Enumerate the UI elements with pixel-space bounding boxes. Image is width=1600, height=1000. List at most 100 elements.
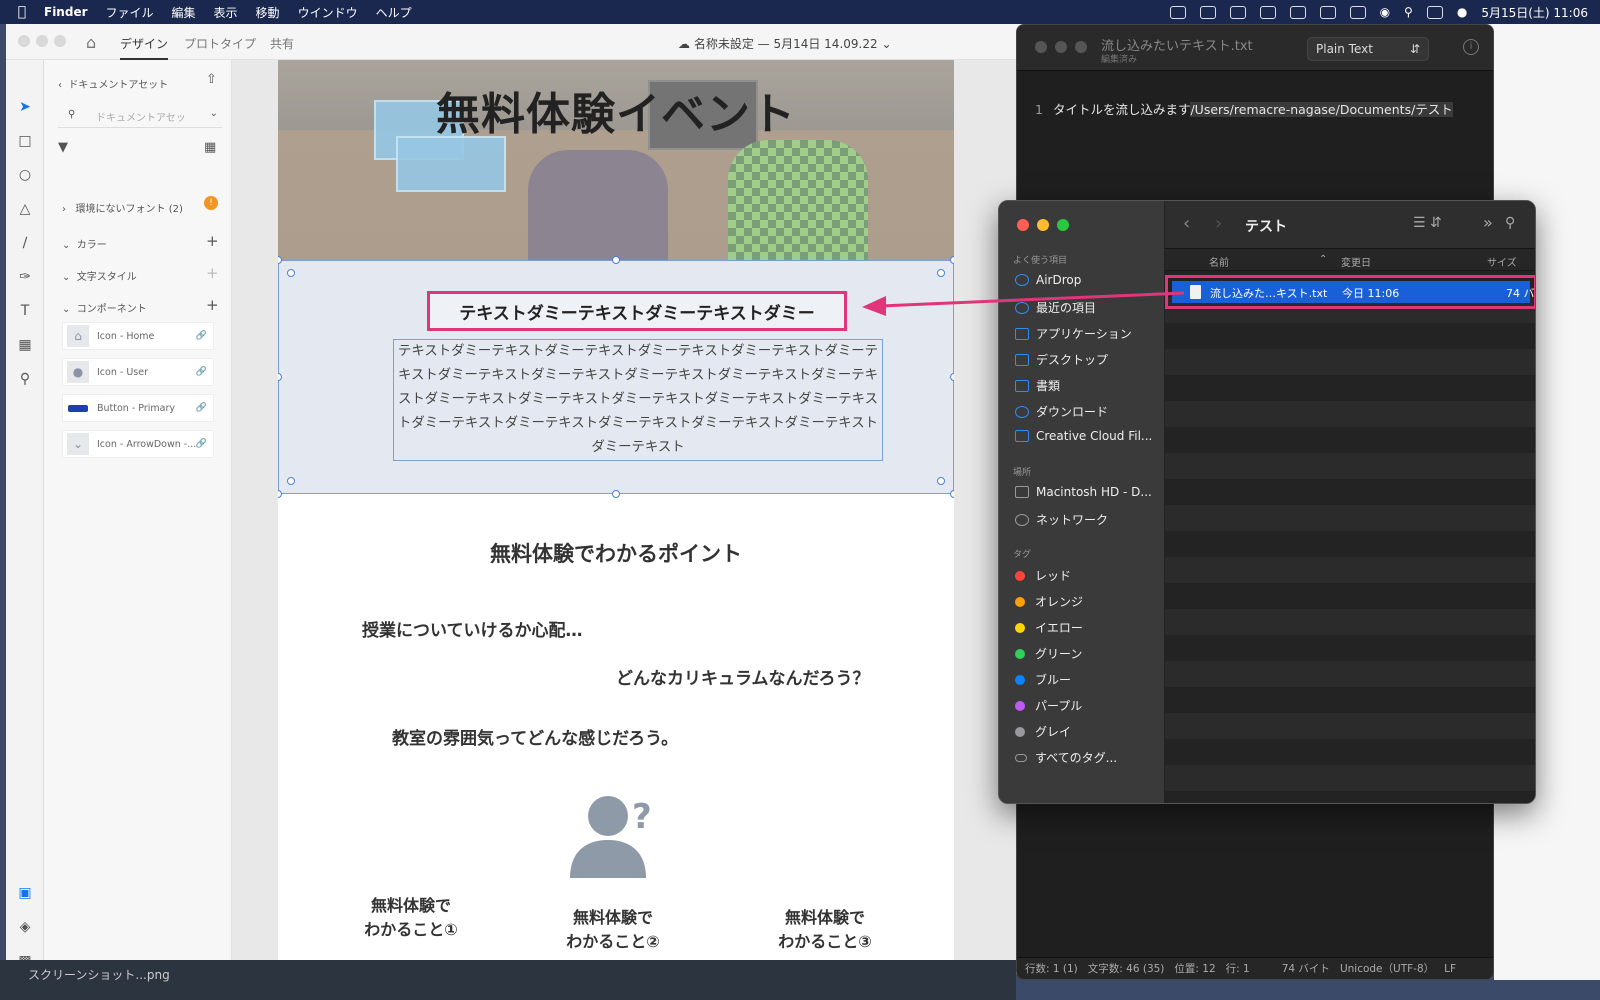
minimize-button[interactable]	[36, 35, 48, 47]
body-text[interactable]: テキストダミーテキストダミーテキストダミーテキストダミーテキストダミーテキストダ…	[393, 339, 883, 461]
menu-edit[interactable]: 編集	[172, 4, 196, 21]
syntax-select[interactable]: Plain Text ⇵	[1307, 37, 1429, 61]
sidebar-tag-item[interactable]: ブルー	[1015, 671, 1071, 688]
zoom-button[interactable]	[1075, 41, 1087, 53]
add-component-icon[interactable]: +	[206, 296, 219, 314]
question-2[interactable]: どんなカリキュラムなんだろう？	[616, 664, 869, 689]
resize-handle[interactable]	[950, 373, 954, 381]
encoding-select[interactable]: Unicode（UTF-8）	[1340, 961, 1434, 976]
apple-menu-icon[interactable]: 	[0, 4, 44, 20]
resize-handle[interactable]	[278, 256, 282, 264]
artboard[interactable]: 無料体験イベント テキストダミーテキストダミーテキストダミー テキストダミーテキ…	[278, 60, 954, 974]
dropbox-icon[interactable]	[1229, 5, 1246, 19]
user-question-icon[interactable]: ?	[570, 794, 666, 878]
artboard-tool-icon[interactable]: ▦	[16, 336, 34, 354]
grid-view-icon[interactable]: ▦	[204, 140, 216, 155]
resize-handle[interactable]	[612, 256, 620, 264]
column-date[interactable]: 変更日	[1341, 254, 1371, 269]
clock[interactable]: 5月15日(土) 11:06	[1481, 4, 1588, 21]
tab-share[interactable]: 共有	[270, 35, 294, 52]
file-row[interactable]: 流し込みた…キスト.txt 今日 11:06 74 バ	[1172, 281, 1535, 303]
battery-icon[interactable]	[1349, 5, 1366, 19]
creative-cloud-icon[interactable]	[1289, 5, 1306, 19]
caption-3[interactable]: 無料体験で わかること③	[750, 906, 900, 954]
wifi-icon[interactable]: ◉	[1380, 5, 1390, 19]
polygon-tool-icon[interactable]: △	[16, 200, 34, 218]
zoom-tool-icon[interactable]: ⚲	[16, 370, 34, 388]
dock-file-label[interactable]: スクリーンショット...png	[28, 966, 170, 983]
minimize-button[interactable]	[1055, 41, 1067, 53]
section-title[interactable]: 無料体験でわかるポイント	[278, 538, 954, 568]
corner-radius-handle[interactable]	[937, 477, 945, 485]
sidebar-item-applications[interactable]: アプリケーション	[1015, 325, 1132, 342]
sidebar-item-creative-cloud[interactable]: Creative Cloud Fil...	[1015, 429, 1152, 443]
rectangle-tool-icon[interactable]: □	[16, 132, 34, 150]
list-view-icon[interactable]: ☰ ⇵	[1413, 215, 1442, 231]
sidebar-tag-item[interactable]: グリーン	[1015, 645, 1082, 662]
component-icon-user[interactable]: ● Icon - User 🔗	[62, 358, 214, 386]
asset-search[interactable]: ⚲ ドキュメントアセッ ⌄	[58, 104, 222, 128]
components-section[interactable]: ⌄ コンポーネント	[62, 300, 147, 315]
colors-section[interactable]: ⌄ カラー	[62, 236, 107, 251]
line-ending-select[interactable]: LF	[1444, 963, 1456, 975]
home-icon[interactable]: ⌂	[86, 33, 96, 52]
editor-line[interactable]: 1 タイトルを流し込みます/Users/remacre-nagase/Docume…	[1035, 99, 1453, 118]
component-icon-home[interactable]: ⌂ Icon - Home 🔗	[62, 322, 214, 350]
hero-image[interactable]: 無料体験イベント	[278, 60, 954, 260]
text-tool-icon[interactable]: T	[16, 302, 34, 320]
sidebar-tag-item[interactable]: イエロー	[1015, 619, 1083, 636]
line-tool-icon[interactable]: ∕	[16, 234, 34, 252]
resize-handle[interactable]	[950, 490, 954, 498]
add-color-icon[interactable]: +	[206, 232, 219, 250]
menu-view[interactable]: 表示	[214, 4, 238, 21]
question-1[interactable]: 授業についていけるか心配…	[362, 616, 583, 641]
ellipse-tool-icon[interactable]: ○	[16, 166, 34, 184]
zoom-button[interactable]	[54, 35, 66, 47]
asset-search-input[interactable]: ドキュメントアセッ	[96, 109, 186, 124]
missing-fonts[interactable]: › 環境にないフォント (2)	[62, 200, 183, 215]
input-source-icon[interactable]	[1319, 5, 1336, 19]
control-center-icon[interactable]	[1426, 5, 1443, 19]
component-button-primary[interactable]: Button - Primary 🔗	[62, 394, 214, 422]
camera-status-icon[interactable]	[1169, 5, 1186, 19]
corner-radius-handle[interactable]	[287, 269, 295, 277]
sidebar-item-all-tags[interactable]: すべてのタグ...	[1015, 749, 1117, 766]
layers-icon[interactable]: ◈	[16, 918, 34, 936]
close-button[interactable]	[1017, 219, 1029, 231]
pen-tool-icon[interactable]: ✑	[16, 268, 34, 286]
line-text[interactable]: タイトルを流し込みます	[1053, 102, 1191, 117]
assets-back[interactable]: ‹ ドキュメントアセット	[58, 76, 168, 91]
resize-handle[interactable]	[278, 373, 282, 381]
corner-radius-handle[interactable]	[937, 269, 945, 277]
sidebar-item-recents[interactable]: 最近の項目	[1015, 299, 1096, 316]
forward-icon[interactable]: ›	[1215, 213, 1222, 234]
sidebar-item-airdrop[interactable]: AirDrop	[1015, 273, 1081, 287]
caption-2[interactable]: 無料体験で わかること②	[538, 906, 688, 954]
question-3[interactable]: 教室の雰囲気ってどんな感じだろう。	[392, 724, 678, 749]
heading-text[interactable]: テキストダミーテキストダミーテキストダミー	[427, 291, 847, 331]
column-size[interactable]: サイズ	[1487, 254, 1517, 269]
info-icon[interactable]: i	[1463, 39, 1479, 55]
hero-title[interactable]: 無料体験イベント	[278, 78, 954, 142]
sidebar-item-desktop[interactable]: デスクトップ	[1015, 351, 1108, 368]
more-icon[interactable]: »	[1483, 213, 1493, 232]
sidebar-tag-item[interactable]: グレイ	[1015, 723, 1071, 740]
chevron-down-icon[interactable]: ⌄	[210, 108, 218, 119]
menu-go[interactable]: 移動	[256, 4, 280, 21]
close-button[interactable]	[18, 35, 30, 47]
menu-help[interactable]: ヘルプ	[376, 4, 412, 21]
add-char-style-icon[interactable]: +	[206, 264, 219, 282]
app-status-icon[interactable]	[1199, 5, 1216, 19]
select-tool-icon[interactable]: ➤	[16, 98, 34, 116]
menu-file[interactable]: ファイル	[106, 4, 154, 21]
search-icon[interactable]: ⚲	[1505, 215, 1515, 231]
sidebar-item-macintosh-hd[interactable]: Macintosh HD - D...	[1015, 485, 1152, 499]
spotlight-icon[interactable]: ⚲	[1404, 5, 1413, 19]
resize-handle[interactable]	[950, 256, 954, 264]
sidebar-tag-item[interactable]: オレンジ	[1015, 593, 1083, 610]
sidebar-tag-item[interactable]: パープル	[1015, 697, 1082, 714]
caption-1[interactable]: 無料体験で わかること①	[336, 894, 486, 942]
close-button[interactable]	[1035, 41, 1047, 53]
tab-design[interactable]: デザイン	[120, 35, 169, 60]
tab-prototype[interactable]: プロトタイプ	[184, 35, 256, 52]
